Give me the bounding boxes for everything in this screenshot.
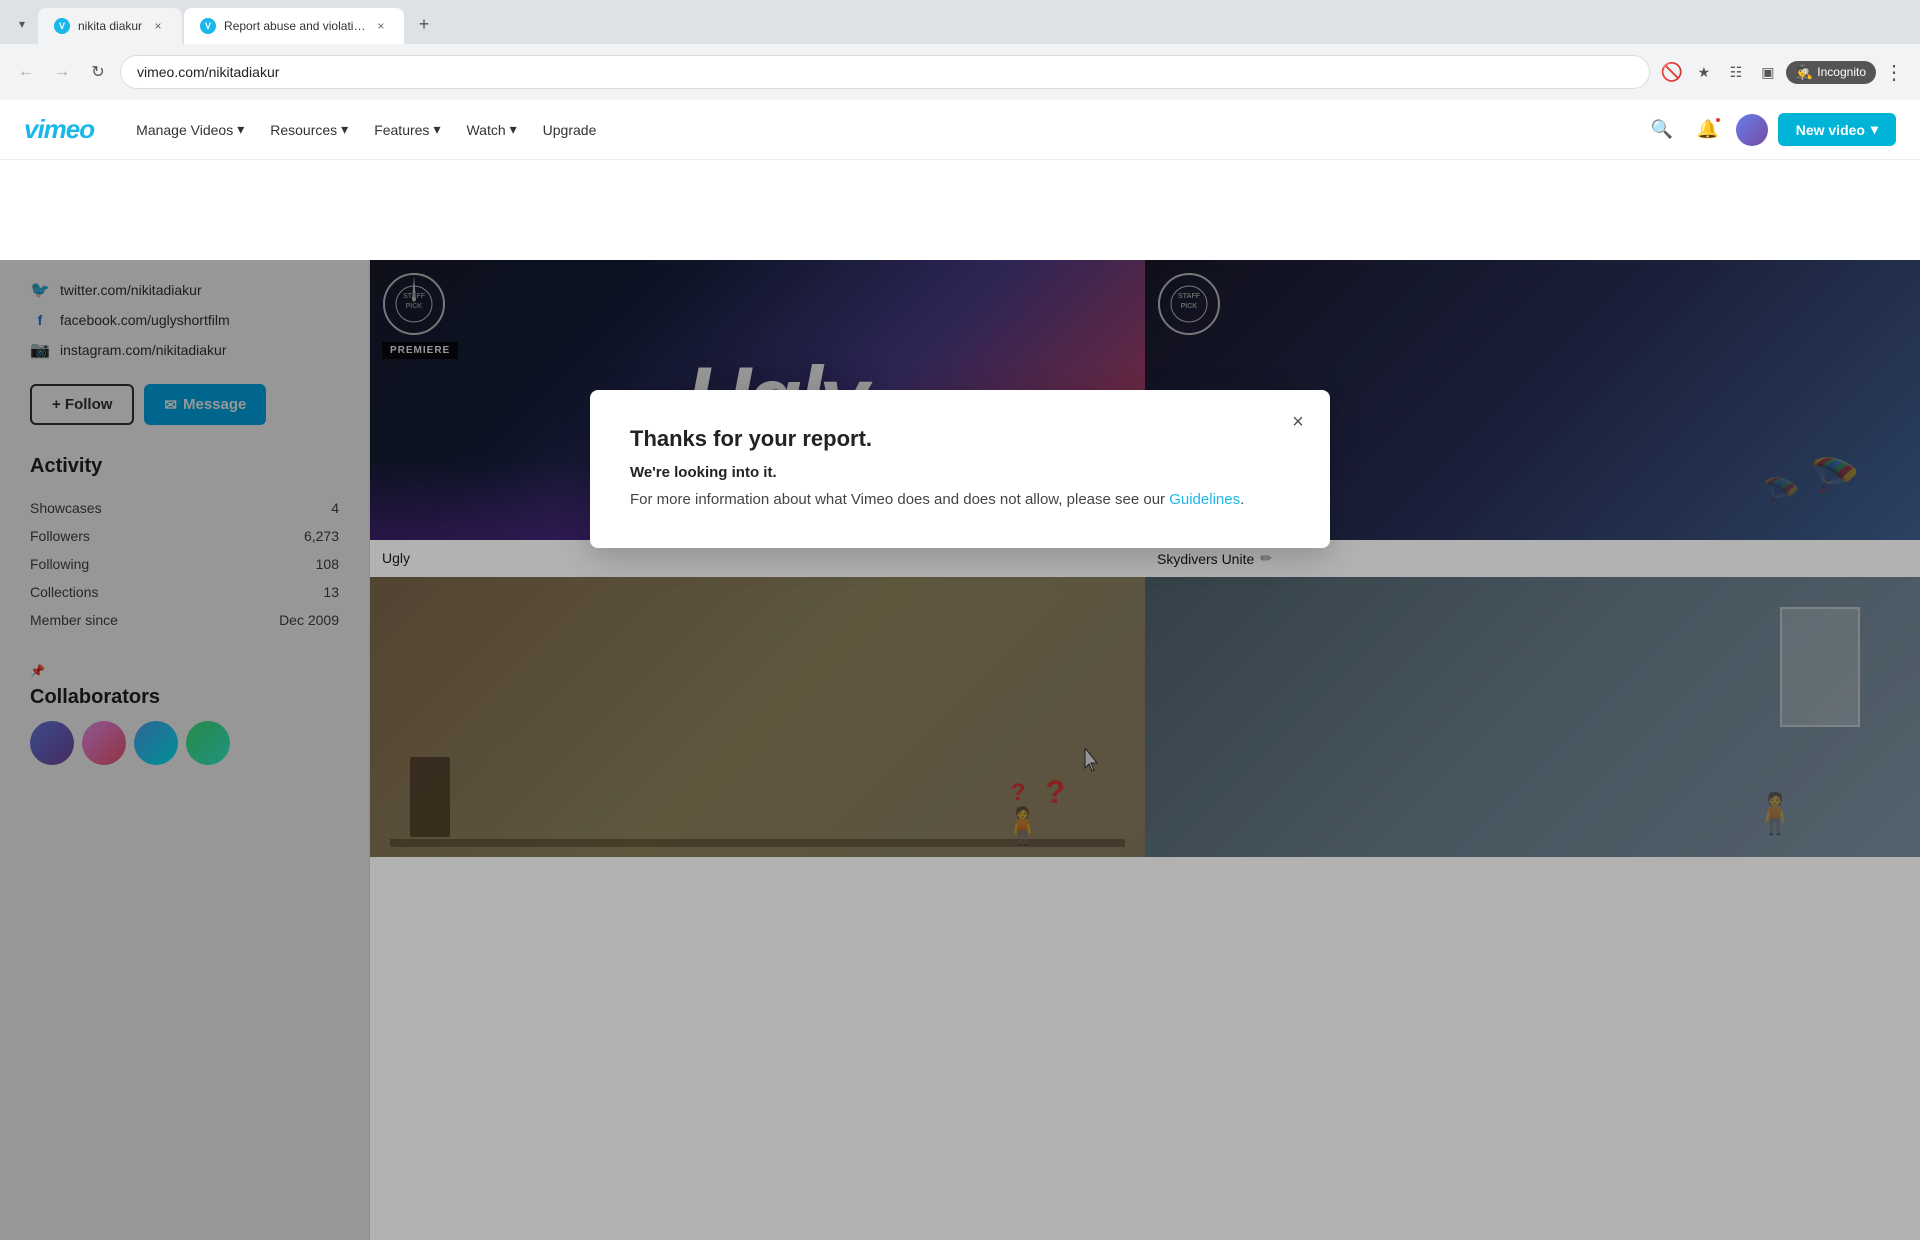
refresh-button[interactable]: ↻ [84,58,112,86]
guidelines-link[interactable]: Guidelines [1169,491,1240,508]
tab-search-icon[interactable]: ☷ [1722,58,1750,86]
modal-body: For more information about what Vimeo do… [630,489,1290,512]
tab-2-title: Report abuse and violations – [224,19,366,33]
tab-bar: ▾ V nikita diakur × V Report abuse and v… [0,0,1920,44]
back-button[interactable]: ← [12,58,40,86]
modal-close-button[interactable]: × [1282,406,1314,438]
address-actions: 🚫 ★ ☷ ▣ 🕵 Incognito ⋮ [1658,58,1908,86]
nav-features[interactable]: Features ▾ [364,115,450,144]
header-right: 🔍 🔔 New video ▾ [1644,112,1896,148]
page: 🐦 twitter.com/nikitadiakur f facebook.co… [0,260,1920,1240]
tab-nav-dots[interactable]: ▾ [8,10,36,38]
report-modal: × Thanks for your report. We're looking … [590,390,1330,548]
tab-2[interactable]: V Report abuse and violations – × [184,8,404,44]
nav-resources[interactable]: Resources ▾ [260,115,358,144]
forward-button[interactable]: → [48,58,76,86]
search-button[interactable]: 🔍 [1644,112,1680,148]
address-bar: ← → ↻ vimeo.com/nikitadiakur 🚫 ★ ☷ ▣ 🕵 I… [0,44,1920,100]
modal-subtitle: We're looking into it. [630,464,1290,481]
vimeo-favicon-1: V [54,18,70,34]
notification-dot [1714,116,1722,124]
nav-watch[interactable]: Watch ▾ [456,115,526,144]
extension-icon[interactable]: ▣ [1754,58,1782,86]
tab-2-close[interactable]: × [374,18,388,34]
vimeo-favicon-2: V [200,18,216,34]
no-camera-icon[interactable]: 🚫 [1658,58,1686,86]
url-text: vimeo.com/nikitadiakur [137,64,279,80]
new-video-button[interactable]: New video ▾ [1778,113,1896,146]
url-bar[interactable]: vimeo.com/nikitadiakur [120,55,1650,89]
header-nav: Manage Videos ▾ Resources ▾ Features ▾ W… [126,115,606,144]
incognito-badge[interactable]: 🕵 Incognito [1786,61,1876,84]
bookmark-icon[interactable]: ★ [1690,58,1718,86]
browser-chrome: ▾ V nikita diakur × V Report abuse and v… [0,0,1920,100]
modal-overlay: × Thanks for your report. We're looking … [0,260,1920,1240]
menu-button[interactable]: ⋮ [1880,58,1908,86]
incognito-label: Incognito [1817,65,1866,79]
modal-title: Thanks for your report. [630,426,1290,452]
notifications-button[interactable]: 🔔 [1690,112,1726,148]
add-tab-button[interactable]: + [410,10,438,38]
vimeo-logo: vimeo [24,114,94,145]
tab-1-title: nikita diakur [78,19,142,33]
tab-1-close[interactable]: × [150,18,166,34]
tab-1[interactable]: V nikita diakur × [38,8,182,44]
nav-manage-videos[interactable]: Manage Videos ▾ [126,115,254,144]
vimeo-header: vimeo Manage Videos ▾ Resources ▾ Featur… [0,100,1920,160]
user-avatar[interactable] [1736,114,1768,146]
nav-upgrade[interactable]: Upgrade [533,116,607,144]
